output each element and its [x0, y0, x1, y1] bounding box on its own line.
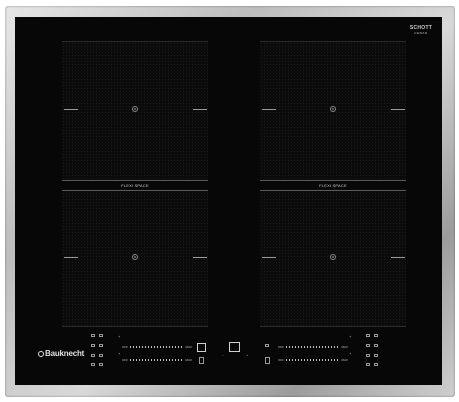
glass-brand-subname: CERAN [414, 31, 428, 35]
zone-select-icon[interactable] [374, 363, 378, 366]
zone-marker-left [64, 109, 78, 110]
zone-select-icon[interactable] [374, 334, 378, 337]
zone-select-icon[interactable] [366, 354, 370, 357]
brand-emblem-icon [38, 350, 44, 357]
booster-icon[interactable] [265, 357, 270, 364]
power-slider-rear-left[interactable]: OFF MAX [122, 357, 192, 363]
plus-button[interactable]: + [118, 334, 120, 339]
zone-select-icon[interactable] [91, 363, 95, 366]
timer-plus-button[interactable]: + [246, 353, 248, 357]
zone-marker-right [193, 109, 207, 110]
zone-select-icon[interactable] [366, 344, 370, 347]
slider-track[interactable] [286, 359, 340, 361]
plus-button[interactable]: + [349, 351, 351, 356]
power-slider-front-left[interactable]: OFF MAX [122, 344, 192, 350]
zone-select-icon[interactable] [99, 354, 103, 357]
timer-minus-button[interactable]: – [222, 353, 224, 357]
timer-button[interactable] [229, 342, 240, 352]
brand-logo: Bauknecht [38, 349, 84, 358]
zone-marker-left [262, 257, 276, 258]
slider-track[interactable] [130, 346, 184, 348]
slider-track[interactable] [130, 359, 184, 361]
zone-select-icon[interactable] [99, 344, 103, 347]
slider-max-label: MAX [341, 358, 348, 362]
zone-marker-right [391, 109, 405, 110]
zone-select-icon[interactable] [99, 334, 103, 337]
slider-track[interactable] [286, 346, 340, 348]
zone-select-icon[interactable] [91, 334, 95, 337]
slider-min-label: OFF [278, 358, 284, 362]
slider-min-label: OFF [122, 358, 128, 362]
slider-max-label: MAX [185, 345, 192, 349]
slider-min-label: OFF [278, 345, 284, 349]
zone-select-icon[interactable] [91, 344, 95, 347]
glass-brand-logo: SCHOTT CERAN [404, 26, 438, 36]
zone-select-icon[interactable] [374, 354, 378, 357]
zone-select-icon[interactable] [99, 363, 103, 366]
zone-select-icon[interactable] [374, 344, 378, 347]
zone-select-icon[interactable] [91, 354, 95, 357]
zone-marker-right [391, 257, 405, 258]
slider-min-label: OFF [122, 345, 128, 349]
slider-max-label: MAX [185, 358, 192, 362]
power-slider-rear-right[interactable]: OFF MAX [278, 357, 348, 363]
power-slider-front-right[interactable]: OFF MAX [278, 344, 348, 350]
zone-center-icon [132, 254, 138, 260]
zone-marker-left [64, 257, 78, 258]
flexi-space-label-right: FLEXI SPACE [260, 180, 406, 191]
zone-center-icon [330, 106, 336, 112]
brand-name: Bauknecht [45, 349, 85, 358]
timer-display: – + [222, 353, 248, 357]
zone-marker-right [193, 257, 207, 258]
slider-max-label: MAX [341, 345, 348, 349]
zone-select-icon[interactable] [366, 334, 370, 337]
zone-marker-left [262, 109, 276, 110]
plus-button[interactable]: + [118, 351, 120, 356]
lock-icon[interactable] [199, 357, 204, 364]
zone-center-icon [330, 254, 336, 260]
zone-center-icon [132, 106, 138, 112]
plus-button[interactable]: + [349, 334, 351, 339]
zone-select-icon[interactable] [366, 363, 370, 366]
flexi-space-label-left: FLEXI SPACE [62, 180, 208, 191]
power-on-off-button[interactable] [197, 343, 206, 352]
pause-icon[interactable] [265, 344, 269, 347]
